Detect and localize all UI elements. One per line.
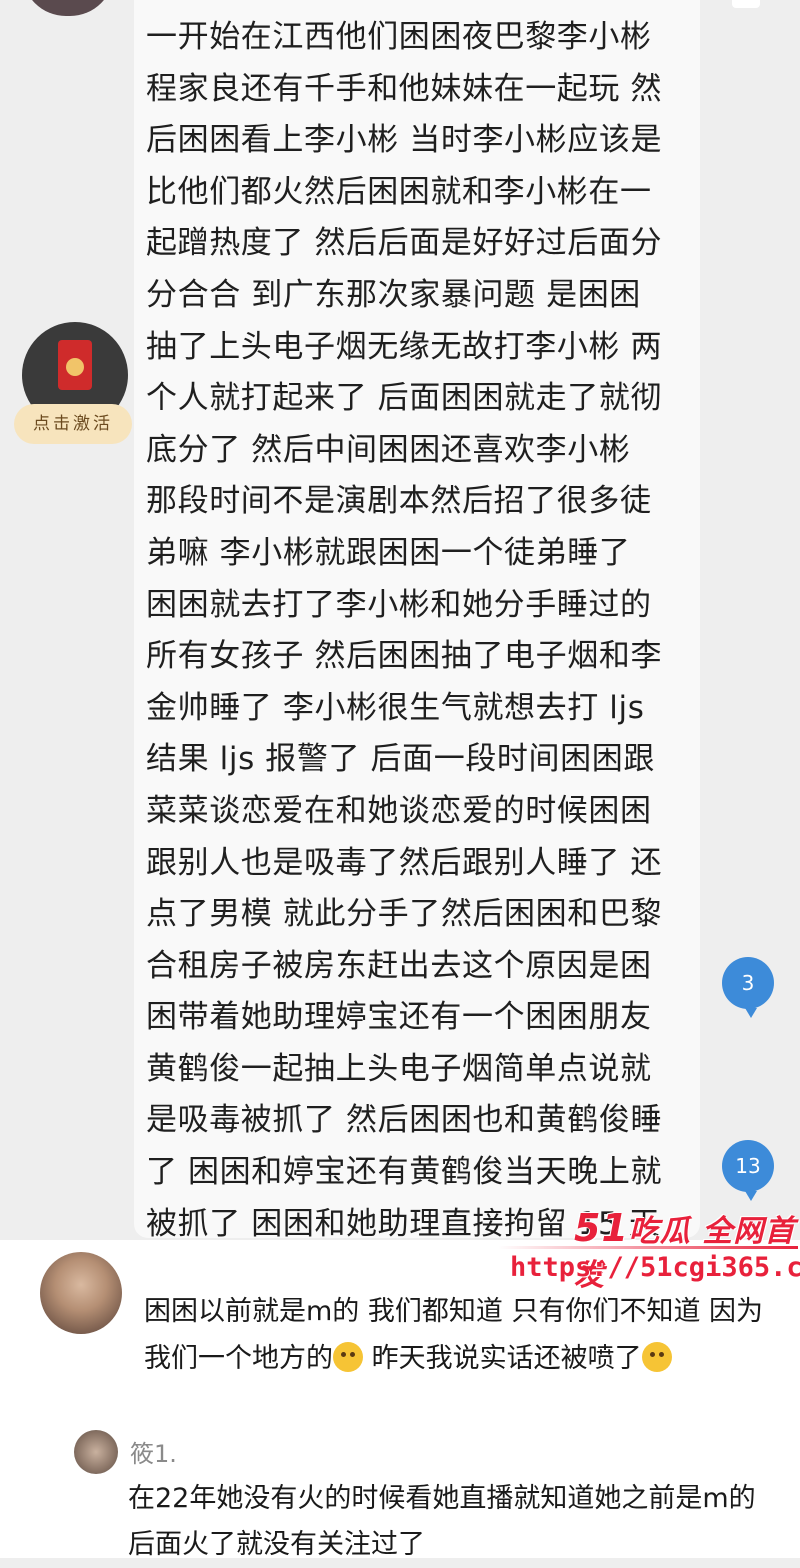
reply-avatar[interactable] <box>74 1430 118 1474</box>
watermark-brand-number: 51 <box>574 1206 629 1250</box>
unread-badge-3[interactable]: 3 <box>722 957 774 1018</box>
reply-username[interactable]: 筱1. <box>130 1434 177 1469</box>
comment-text: 困困以前就是m的 我们都知道 只有你们不知道 因为我们一个地方的 昨天我说实话还… <box>144 1288 764 1382</box>
top-right-icon[interactable] <box>732 0 760 8</box>
red-envelope-seal-icon <box>66 358 84 376</box>
unread-badge-13[interactable]: 13 <box>722 1140 774 1201</box>
reply-text: 在22年她没有火的时候看她直播就知道她之前是m的 后面火了就没有关注过了 <box>128 1483 756 1560</box>
watermark-divider <box>498 1246 798 1249</box>
top-avatar[interactable] <box>22 0 114 16</box>
watermark-url: https://51cgi365.com <box>510 1252 800 1283</box>
smirk-emoji-icon <box>641 1342 672 1372</box>
activate-button[interactable]: 点击激活 <box>14 404 132 444</box>
grinning-sweat-emoji-icon <box>333 1342 363 1372</box>
comment-text-part: 昨天我说实话还被喷了 <box>363 1343 642 1374</box>
comment-avatar[interactable] <box>40 1252 122 1334</box>
